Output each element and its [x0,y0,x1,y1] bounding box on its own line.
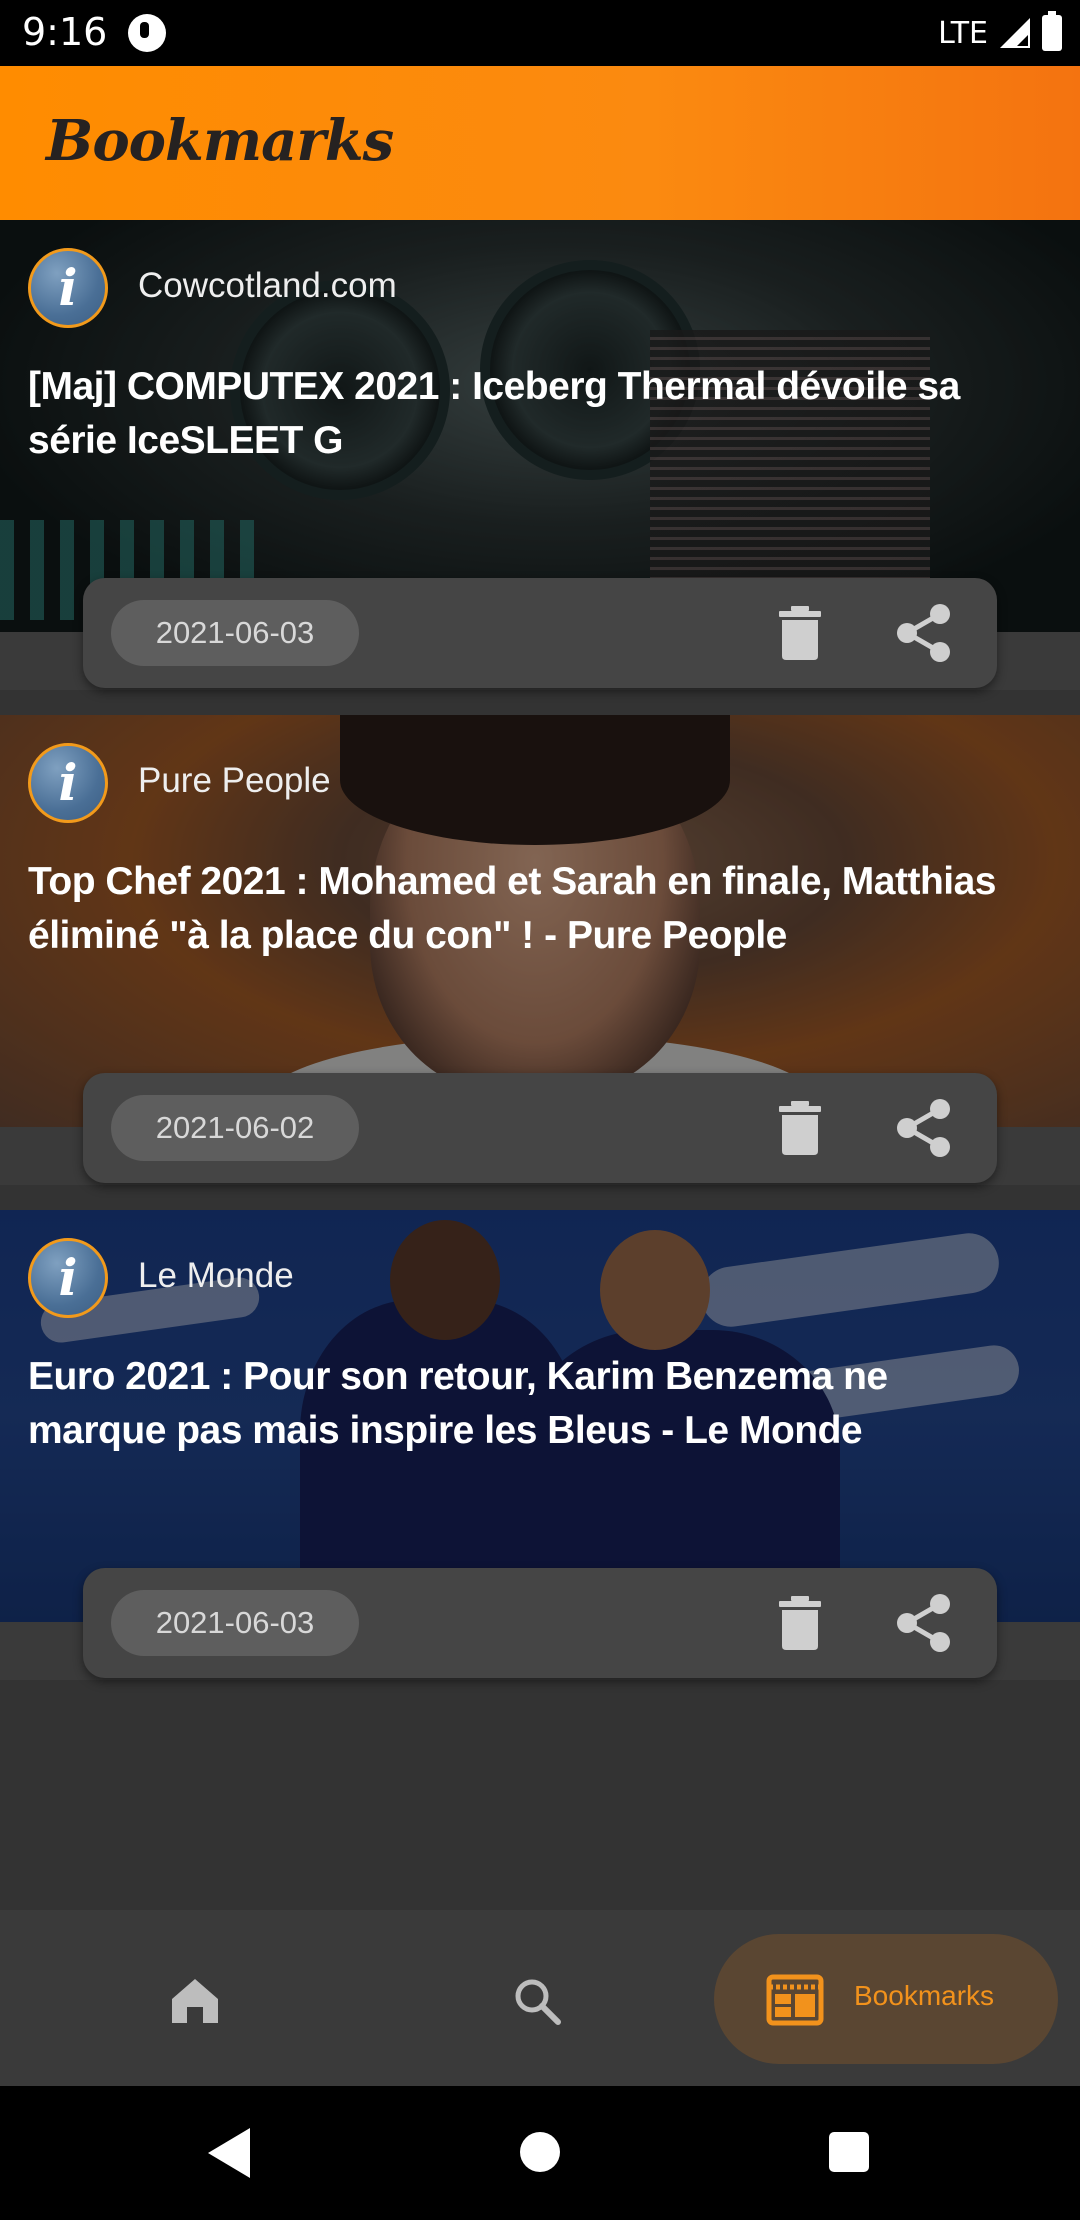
share-button[interactable] [891,1095,957,1161]
trash-icon [779,1596,821,1650]
bookmarks-icon [766,1974,824,2026]
delete-button[interactable] [769,602,831,664]
info-icon: i [28,1238,108,1318]
article-headline[interactable]: [Maj] COMPUTEX 2021 : Iceberg Thermal dé… [28,360,1028,468]
nav-home-button[interactable] [158,1964,232,2038]
share-button[interactable] [891,600,957,666]
nav-bookmarks-button[interactable]: Bookmarks [714,1934,1058,2064]
bottom-navigation: Bookmarks [0,1910,1080,2086]
notification-app-icon [128,14,166,52]
article-headline[interactable]: Top Chef 2021 : Mohamed et Sarah en fina… [28,855,1028,963]
info-icon: i [28,743,108,823]
home-circle-icon[interactable] [520,2132,560,2172]
date-chip: 2021-06-02 [111,1095,359,1161]
status-time: 9:16 [22,10,108,54]
trash-icon [779,606,821,660]
card-action-bar: 2021-06-03 [83,578,997,688]
share-icon [897,1594,950,1652]
status-indicators: LTE [938,11,1062,54]
date-chip: 2021-06-03 [111,1590,359,1656]
signal-icon [1000,18,1030,48]
home-icon [172,1979,218,2023]
share-icon [897,1099,950,1157]
recents-icon[interactable] [829,2132,869,2172]
nav-bookmarks-label: Bookmarks [854,1980,995,2011]
bookmarks-list: i Cowcotland.com [Maj] COMPUTEX 2021 : I… [0,220,1080,1910]
article-headline[interactable]: Euro 2021 : Pour son retour, Karim Benze… [28,1350,1028,1458]
bookmark-card[interactable]: i Cowcotland.com [Maj] COMPUTEX 2021 : I… [0,220,1080,690]
bookmark-card[interactable]: i Pure People Top Chef 2021 : Mohamed et… [0,715,1080,1185]
card-action-bar: 2021-06-03 [83,1568,997,1678]
card-action-bar: 2021-06-02 [83,1073,997,1183]
share-icon [897,604,950,662]
source-name: Pure People [138,761,331,800]
system-navigation-bar [0,2086,1080,2220]
source-name: Cowcotland.com [138,266,397,305]
source-name: Le Monde [138,1256,294,1295]
delete-button[interactable] [769,1592,831,1654]
info-icon: i [28,248,108,328]
nav-search-button[interactable] [500,1964,574,2038]
date-chip: 2021-06-03 [111,600,359,666]
app-bar: Bookmarks [0,66,1080,220]
delete-button[interactable] [769,1097,831,1159]
battery-icon [1042,11,1062,51]
status-bar: 9:16 LTE [0,0,1080,66]
search-icon [515,1979,561,2025]
network-type: LTE [938,15,988,51]
share-button[interactable] [891,1590,957,1656]
bookmark-card[interactable]: i Le Monde Euro 2021 : Pour son retour, … [0,1210,1080,1680]
page-title: Bookmarks [46,108,394,174]
trash-icon [779,1101,821,1155]
back-icon[interactable] [204,2126,254,2180]
